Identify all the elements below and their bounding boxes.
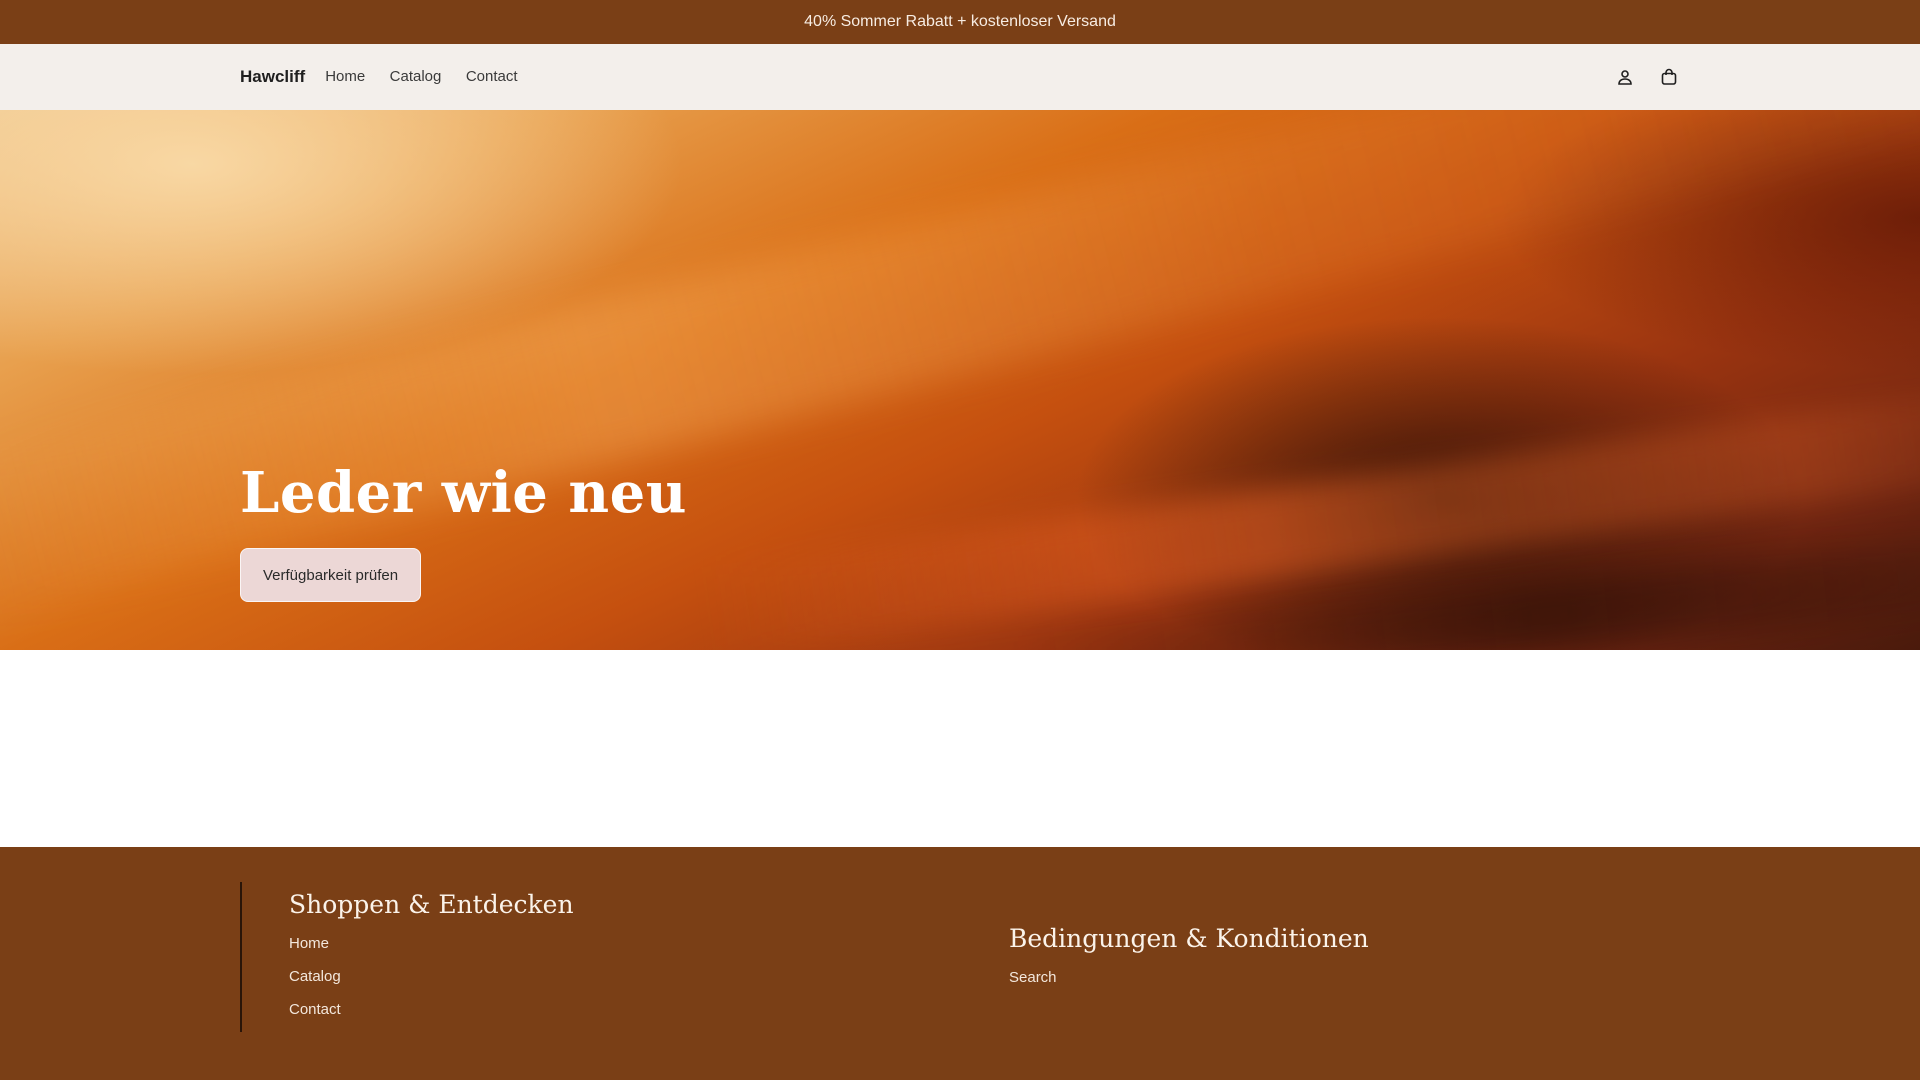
hero-banner: Leder wie neu Verfügbarkeit prüfen (0, 110, 1920, 650)
footer-link-catalog[interactable]: Catalog (289, 968, 574, 985)
footer-link-search[interactable]: Search (1009, 969, 1369, 986)
footer-shop-links: Home Catalog Contact (289, 935, 574, 1018)
check-availability-button[interactable]: Verfügbarkeit prüfen (240, 548, 422, 602)
footer-link-contact[interactable]: Contact (289, 1001, 574, 1018)
site-header: Hawcliff Home Catalog Contact (0, 44, 1920, 110)
hero-title: Leder wie neu (240, 460, 687, 526)
nav-home[interactable]: Home (325, 68, 365, 85)
main-nav: Home Catalog Contact (325, 68, 537, 86)
nav-contact[interactable]: Contact (466, 68, 518, 85)
announcement-bar: 40% Sommer Rabatt + kostenloser Versand (0, 0, 1920, 44)
brand-logo[interactable]: Hawcliff (240, 67, 305, 87)
footer-link-home[interactable]: Home (289, 935, 574, 952)
footer-terms-column: Bedingungen & Konditionen Search (1009, 916, 1369, 1002)
nav-catalog[interactable]: Catalog (390, 68, 442, 85)
content-spacer (0, 650, 1920, 847)
header-actions (1614, 66, 1680, 88)
footer-terms-links: Search (1009, 969, 1369, 986)
hero-content: Leder wie neu Verfügbarkeit prüfen (240, 460, 687, 602)
cart-bag-icon[interactable] (1658, 66, 1680, 88)
site-footer: Shoppen & Entdecken Home Catalog Contact… (0, 847, 1920, 1080)
header-inner: Hawcliff Home Catalog Contact (240, 44, 1680, 110)
footer-shop-heading: Shoppen & Entdecken (289, 890, 574, 919)
footer-terms-heading: Bedingungen & Konditionen (1009, 924, 1369, 953)
account-icon[interactable] (1614, 66, 1636, 88)
footer-shop-column: Shoppen & Entdecken Home Catalog Contact (240, 882, 574, 1032)
announcement-text: 40% Sommer Rabatt + kostenloser Versand (804, 13, 1116, 30)
